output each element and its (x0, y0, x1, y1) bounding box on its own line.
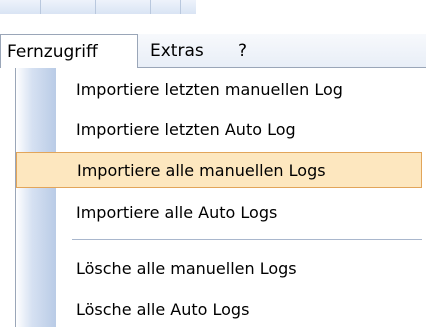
menu-fernzugriff-label: Fernzugriff (7, 41, 98, 62)
menu-item-label: Lösche alle manuellen Logs (76, 258, 297, 278)
menu-item-label: Importiere alle manuellen Logs (77, 160, 326, 180)
menu-item-import-last-manual-log[interactable]: Importiere letzten manuellen Log (16, 71, 426, 107)
fernzugriff-dropdown: Importiere letzten manuellen Log Importi… (15, 67, 426, 327)
menu-fernzugriff[interactable]: Fernzugriff (0, 34, 138, 68)
menu-item-label: Importiere letzten Auto Log (76, 119, 296, 139)
menu-separator (72, 239, 422, 243)
menu-extras-label: Extras (150, 41, 204, 61)
menu-item-label: Importiere alle Auto Logs (76, 202, 278, 222)
menu-item-label: Lösche alle Auto Logs (76, 299, 250, 319)
menu-item-import-all-auto-logs[interactable]: Importiere alle Auto Logs (16, 194, 426, 230)
menu-item-label: Importiere letzten manuellen Log (76, 79, 343, 99)
menu-item-delete-all-manual-logs[interactable]: Lösche alle manuellen Logs (16, 250, 426, 286)
toolbar-strip (0, 0, 426, 14)
menu-item-import-last-auto-log[interactable]: Importiere letzten Auto Log (16, 111, 426, 147)
menubar: Fernzugriff Extras ? (0, 34, 426, 68)
menu-item-delete-all-auto-logs[interactable]: Lösche alle Auto Logs (16, 291, 426, 327)
menu-help-label: ? (238, 41, 248, 61)
menu-help[interactable]: ? (228, 34, 268, 68)
menu-item-import-all-manual-logs[interactable]: Importiere alle manuellen Logs (16, 152, 422, 188)
menu-extras[interactable]: Extras (140, 34, 220, 68)
